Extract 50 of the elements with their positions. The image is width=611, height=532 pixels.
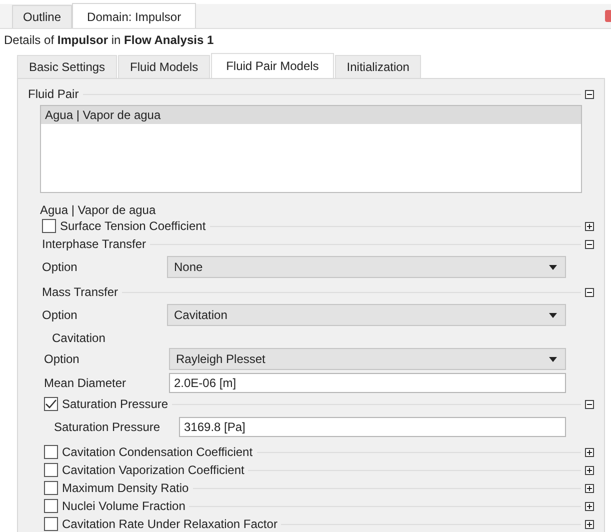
checkbox[interactable] xyxy=(44,517,58,531)
group-title: Cavitation xyxy=(52,331,106,345)
input-field[interactable]: 2.0E-06 [m] xyxy=(169,373,566,393)
field-label: Mean Diameter xyxy=(44,376,128,390)
checkbox[interactable] xyxy=(44,445,58,459)
tab[interactable]: Domain: Impulsor xyxy=(72,3,196,28)
caret-icon xyxy=(549,312,557,318)
checkbox-label: Maximum Density Ratio xyxy=(62,481,189,495)
checkbox[interactable] xyxy=(44,499,58,513)
section-title: Mass Transfer xyxy=(42,285,118,299)
collapse-icon[interactable] xyxy=(585,400,594,408)
expand-icon[interactable] xyxy=(585,484,594,492)
expand-icon[interactable] xyxy=(585,466,594,474)
checkbox-label: Cavitation Condensation Coefficient xyxy=(62,445,253,459)
checkbox-label: Cavitation Vaporization Coefficient xyxy=(62,463,244,477)
section-title: Interphase Transfer xyxy=(42,237,146,251)
collapse-icon[interactable] xyxy=(585,240,594,248)
input-field[interactable]: 3169.8 [Pa] xyxy=(179,417,566,437)
checkbox[interactable] xyxy=(44,397,58,411)
field-label: Option xyxy=(42,260,78,274)
option-dropdown[interactable]: None xyxy=(167,256,566,278)
tab[interactable]: Basic Settings xyxy=(17,55,118,78)
tab[interactable]: Outline xyxy=(12,5,72,28)
field-label: Saturation Pressure xyxy=(54,420,162,434)
expand-icon[interactable] xyxy=(585,222,594,230)
expand-icon[interactable] xyxy=(585,502,594,510)
checkbox-label: Saturation Pressure xyxy=(62,397,168,411)
caret-icon xyxy=(549,356,557,362)
list-item[interactable]: Agua | Vapor de agua xyxy=(41,106,581,124)
checkbox[interactable] xyxy=(44,463,58,477)
tab[interactable]: Fluid Models xyxy=(118,55,210,78)
section-title: Fluid Pair xyxy=(28,87,79,101)
option-dropdown[interactable]: Cavitation xyxy=(167,304,566,326)
field-label: Option xyxy=(42,308,78,322)
expand-icon[interactable] xyxy=(585,448,594,456)
pair-label: Agua | Vapor de agua xyxy=(40,203,157,217)
option-dropdown[interactable]: Rayleigh Plesset xyxy=(169,348,566,370)
tab[interactable]: Initialization xyxy=(334,55,422,78)
checkbox-label: Cavitation Rate Under Relaxation Factor xyxy=(62,517,278,531)
checkbox[interactable] xyxy=(42,219,56,233)
checkbox-label: Nuclei Volume Fraction xyxy=(62,499,186,513)
expand-icon[interactable] xyxy=(585,520,594,528)
checkbox-label: Surface Tension Coefficient xyxy=(60,219,206,233)
collapse-icon[interactable] xyxy=(585,90,594,98)
field-label: Option xyxy=(44,352,80,366)
caret-icon xyxy=(549,264,557,270)
checkbox[interactable] xyxy=(44,481,58,495)
collapse-icon[interactable] xyxy=(585,288,594,296)
details-heading: Details of Impulsor in Flow Analysis 1 xyxy=(3,32,215,47)
tab[interactable]: Fluid Pair Models xyxy=(211,53,334,78)
